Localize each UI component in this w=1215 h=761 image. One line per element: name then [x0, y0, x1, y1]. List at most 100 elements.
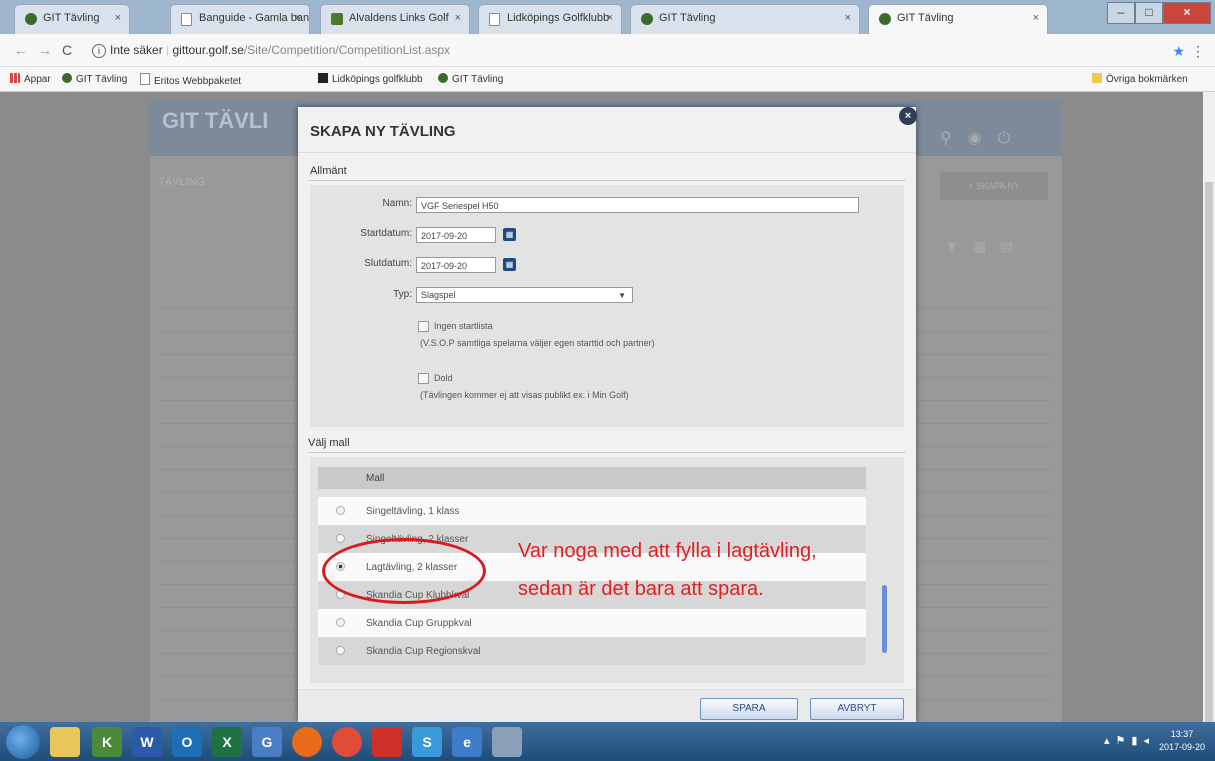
close-icon[interactable]: × [295, 12, 301, 24]
template-label: Skandia Cup Gruppkval [366, 618, 472, 629]
page-title: TÄVLING [158, 176, 206, 188]
name-label: Namn: [382, 198, 412, 209]
template-radio[interactable] [336, 618, 345, 627]
explorer-icon[interactable] [50, 727, 80, 757]
browser-tabstrip: GIT Tävling × Banguide - Gamla ban × Alval… [0, 0, 1215, 34]
no-startlist-checkbox[interactable] [418, 321, 429, 332]
bookmark-label: GIT Tävling [452, 74, 504, 85]
close-icon[interactable]: × [607, 12, 613, 24]
folder-icon [1092, 73, 1102, 83]
bookmarks-bar: Appar GIT Tävling Eritos Webbpaketet Lid… [0, 67, 1215, 92]
outlook-icon[interactable]: O [172, 727, 202, 757]
template-row[interactable]: Skandia Cup Gruppkval [318, 609, 866, 637]
clock[interactable]: 13:37 2017-09-20 [1159, 728, 1205, 754]
close-icon[interactable]: × [455, 12, 461, 24]
close-icon[interactable]: × [1033, 12, 1039, 24]
dialog-title: SKAPA NY TÄVLING [310, 123, 456, 140]
tab-label: Banguide - Gamla ban [199, 12, 310, 24]
info-icon[interactable]: i [92, 44, 106, 58]
hidden-label: Dold [434, 373, 453, 383]
browser-tab[interactable]: Lidköpings Golfklubb × [478, 4, 622, 34]
globe-icon [25, 13, 37, 25]
template-radio[interactable] [336, 646, 345, 655]
browser-tab[interactable]: Banguide - Gamla ban × [170, 4, 310, 34]
browser-tab[interactable]: GIT Tävling × [630, 4, 860, 34]
bookmark-item[interactable]: Eritos Webbpaketet [140, 73, 241, 87]
close-icon[interactable]: × [845, 12, 851, 24]
bookmark-label: GIT Tävling [76, 74, 128, 85]
no-startlist-label: Ingen startlista [434, 321, 493, 331]
annotation-text-line2: sedan är det bara att spara. [518, 578, 764, 600]
dialog-close-button[interactable]: × [899, 107, 917, 125]
ie-icon[interactable]: e [452, 727, 482, 757]
create-competition-dialog: SKAPA NY TÄVLING Allmänt Namn: VGF Serie… [298, 107, 916, 723]
bookmark-label: Lidköpings golfklubb [332, 74, 423, 85]
chrome-icon[interactable] [332, 727, 362, 757]
bookmark-star-icon[interactable]: ★ [1172, 43, 1185, 60]
excel-icon[interactable]: X [212, 727, 242, 757]
close-icon[interactable]: × [115, 12, 121, 24]
bookmark-apps[interactable]: Appar [10, 73, 51, 85]
create-new-button: + SKAPA NY [940, 172, 1048, 200]
clock-date: 2017-09-20 [1158, 742, 1205, 752]
bookmark-item[interactable]: Lidköpings golfklubb [318, 73, 423, 85]
start-date-input[interactable]: 2017-09-20 [416, 227, 496, 243]
skype-icon[interactable]: S [412, 727, 442, 757]
address-bar[interactable]: i Inte säker | gittour.golf.se/Site/Compe… [92, 39, 1182, 61]
scrollbar-thumb[interactable] [1205, 182, 1213, 722]
bookmark-label: Eritos Webbpaketet [154, 76, 242, 87]
hidden-checkbox[interactable] [418, 373, 429, 384]
app-icon[interactable] [492, 727, 522, 757]
table-scrollbar[interactable] [882, 585, 887, 653]
template-radio[interactable] [336, 506, 345, 515]
browser-toolbar: ← → C i Inte säker | gittour.golf.se/Site… [0, 34, 1215, 67]
reload-icon[interactable]: C [62, 42, 72, 58]
page-scrollbar[interactable] [1203, 92, 1215, 722]
bookmark-other[interactable]: Övriga bokmärken [1092, 73, 1188, 85]
annotation-ellipse [322, 538, 486, 604]
document-icon [181, 13, 192, 26]
template-row[interactable]: Singeltävling, 1 klass [318, 497, 866, 525]
calendar-icon[interactable]: ▦ [503, 228, 516, 241]
list-tool-icons: ▼▦▤ [945, 238, 1028, 254]
divider [308, 452, 906, 453]
tab-label: GIT Tävling [897, 12, 954, 24]
start-button[interactable] [6, 725, 40, 759]
cancel-button[interactable]: AVBRYT [810, 698, 904, 720]
template-radio[interactable] [336, 534, 345, 543]
app-icon[interactable] [372, 727, 402, 757]
word-icon[interactable]: W [132, 727, 162, 757]
template-label: Singeltävling, 1 klass [366, 506, 460, 517]
name-input[interactable]: VGF Seriespel H50 [416, 197, 859, 213]
g-app-icon[interactable]: G [252, 727, 282, 757]
browser-tab[interactable]: Alvaldens Links Golf × [320, 4, 470, 34]
bookmark-item[interactable]: GIT Tävling [438, 73, 503, 85]
header-icons: ⚲◉⏻ [940, 130, 1027, 147]
maximize-button[interactable]: □ [1135, 2, 1163, 24]
calendar-icon[interactable]: ▦ [503, 258, 516, 271]
end-date-input[interactable]: 2017-09-20 [416, 257, 496, 273]
type-select[interactable]: Slagspel ▼ [416, 287, 633, 303]
bookmark-item[interactable]: GIT Tävling [62, 73, 127, 85]
forward-icon[interactable]: → [38, 42, 52, 58]
tab-label: GIT Tävling [43, 12, 100, 24]
divider [308, 180, 906, 181]
window-close-button[interactable]: × [1163, 2, 1211, 24]
browser-tab[interactable]: GIT Tävling × [14, 4, 130, 34]
app-icon[interactable]: K [92, 727, 122, 757]
menu-icon[interactable]: ⋮ [1191, 43, 1205, 60]
tray-icons[interactable]: ▴⚑▮◂ [1104, 734, 1155, 747]
chevron-down-icon: ▼ [618, 291, 626, 300]
annotation-text-line1: Var noga med att fylla i lagtävling, [518, 540, 817, 562]
browser-tab-active[interactable]: GIT Tävling × [868, 4, 1048, 34]
save-button[interactable]: SPARA [700, 698, 798, 720]
back-icon[interactable]: ← [14, 42, 28, 58]
globe-icon [641, 13, 653, 25]
minimize-button[interactable]: – [1107, 2, 1135, 24]
firefox-icon[interactable] [292, 727, 322, 757]
template-row[interactable]: Skandia Cup Regionskval [318, 637, 866, 665]
bookmark-label: Appar [24, 74, 51, 85]
golf-icon [331, 13, 343, 25]
divider [298, 152, 916, 153]
table-header: Mall [318, 467, 866, 489]
